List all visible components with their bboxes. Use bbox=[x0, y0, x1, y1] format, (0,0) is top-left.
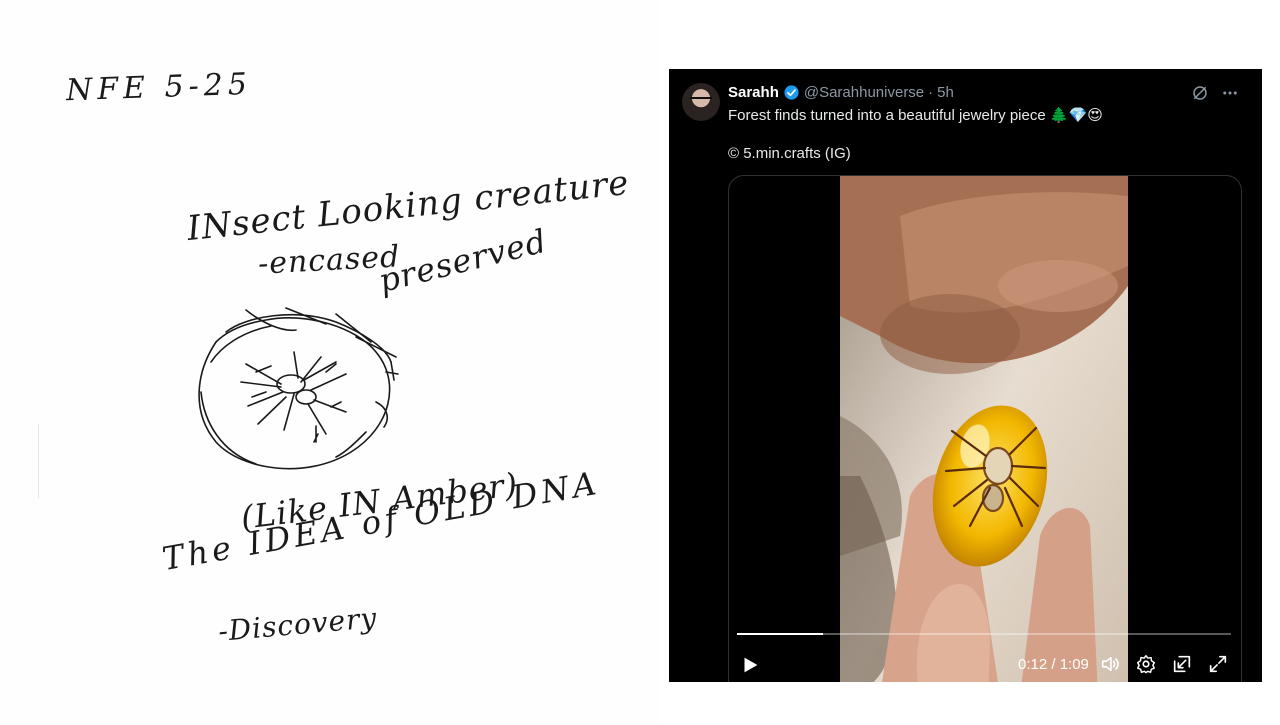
video-controls: 0:12 / 1:09 bbox=[729, 646, 1241, 682]
tweet-emojis: 🌲💎😍 bbox=[1049, 106, 1103, 124]
verified-badge-icon bbox=[784, 84, 799, 100]
video-progress-bar[interactable] bbox=[737, 633, 1231, 635]
dock-icon[interactable] bbox=[1171, 653, 1193, 675]
note-line: -Discovery bbox=[216, 601, 379, 648]
amber-insect-sketch bbox=[198, 307, 399, 470]
tweet-actions-top bbox=[1190, 83, 1240, 103]
video-frame[interactable] bbox=[840, 176, 1128, 682]
avatar-glasses bbox=[690, 97, 712, 104]
scan-artifact bbox=[38, 424, 39, 498]
volume-icon[interactable] bbox=[1099, 653, 1121, 675]
more-icon[interactable] bbox=[1220, 83, 1240, 103]
video-still bbox=[840, 176, 1128, 682]
video-player[interactable]: 0:12 / 1:09 bbox=[728, 175, 1242, 682]
play-icon[interactable] bbox=[739, 654, 761, 676]
note-title: NFE 5-25 bbox=[65, 66, 253, 109]
tweet-text: Forest finds turned into a beautiful jew… bbox=[728, 105, 1103, 126]
settings-icon[interactable] bbox=[1135, 653, 1157, 675]
video-progress-fill bbox=[737, 633, 823, 635]
handwritten-note: NFE 5-25 INsect Looking creature -encase… bbox=[0, 0, 660, 725]
video-time-display: 0:12 / 1:09 bbox=[1018, 656, 1089, 673]
tweet-text-body: Forest finds turned into a beautiful jew… bbox=[728, 107, 1046, 124]
tweet-timestamp[interactable]: 5h bbox=[937, 84, 954, 101]
fullscreen-icon[interactable] bbox=[1207, 653, 1229, 675]
grok-icon[interactable] bbox=[1190, 83, 1210, 103]
author-handle[interactable]: @Sarahhuniverse bbox=[804, 84, 924, 101]
note-line: INsect Looking creature bbox=[185, 162, 632, 250]
author-name[interactable]: Sarahh bbox=[728, 84, 779, 101]
tweet-header: Sarahh @Sarahhuniverse · 5h bbox=[728, 82, 954, 102]
note-line: preserved bbox=[374, 221, 551, 300]
header-separator: · bbox=[928, 83, 934, 101]
tweet-card[interactable]: Sarahh @Sarahhuniverse · 5h Forest finds… bbox=[669, 69, 1262, 682]
tweet-credit: © 5.min.crafts (IG) bbox=[728, 145, 851, 162]
avatar[interactable] bbox=[682, 83, 720, 121]
